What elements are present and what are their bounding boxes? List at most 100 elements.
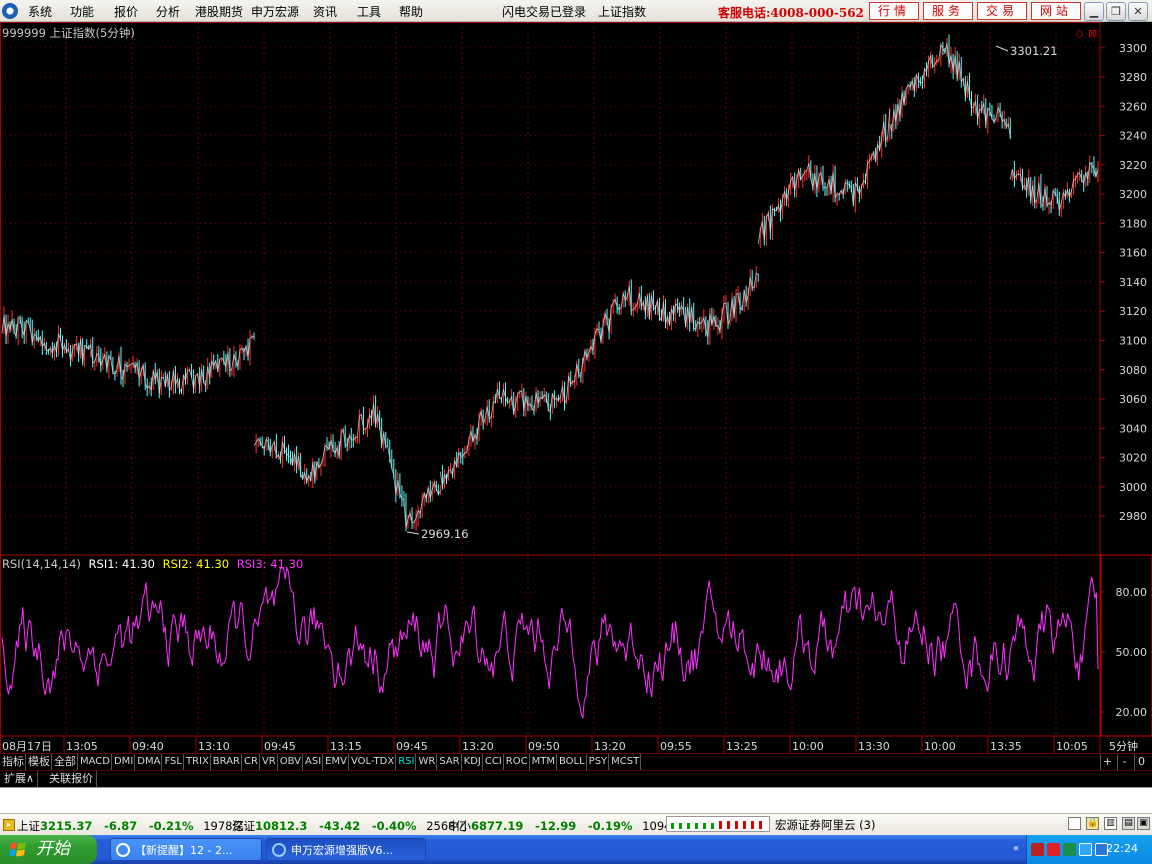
related-quote-button[interactable]: 关联报价 <box>46 771 97 787</box>
tab-vr[interactable]: VR <box>261 754 278 770</box>
tab-obv[interactable]: OBV <box>279 754 303 770</box>
menu-analysis[interactable]: 分析 <box>156 3 180 20</box>
start-label: 开始 <box>36 839 70 859</box>
close-icon[interactable]: ✕ <box>1128 2 1148 21</box>
ticker-sh[interactable]: 上证3215.37 -6.87 -0.21% 1978亿 <box>17 818 244 834</box>
website-button[interactable]: 网站 <box>1031 2 1081 20</box>
system-tray: « 22:24 <box>1013 835 1152 864</box>
menu-function[interactable]: 功能 <box>70 3 94 20</box>
tab-dma[interactable]: DMA <box>136 754 163 770</box>
tab-fsl[interactable]: FSL <box>163 754 184 770</box>
signal-icon[interactable]: ▥ <box>1104 817 1117 830</box>
task-swhy[interactable]: 申万宏源增强版V6... <box>266 838 426 861</box>
max-price-label: 3301.21 <box>1010 44 1058 58</box>
rsi2-value: RSI2: 41.30 <box>163 557 229 571</box>
tab-psy[interactable]: PSY <box>588 754 610 770</box>
meter-bar <box>719 821 722 829</box>
tab-cr[interactable]: CR <box>243 754 260 770</box>
trade-button[interactable]: 交易 <box>977 2 1027 20</box>
meter-bar <box>703 823 706 829</box>
ticker-menu-icon[interactable]: ▸ <box>3 819 15 831</box>
service-button[interactable]: 服务 <box>923 2 973 20</box>
tab-asi[interactable]: ASI <box>304 754 324 770</box>
indicator-tab-bar: 指标 模板 全部 MACD DMI DMA FSL TRIX BRAR CR VR OBV ASI EMV… <box>0 753 1152 770</box>
tab-mcst[interactable]: MCST <box>610 754 642 770</box>
time-label: 13:35 <box>990 740 1022 753</box>
time-label: 13:10 <box>198 740 230 753</box>
tray-sound-icon[interactable] <box>1079 843 1092 856</box>
time-label: 13:20 <box>462 740 494 753</box>
zoom-out-button[interactable]: - <box>1117 754 1131 770</box>
tab-vol-tdx[interactable]: VOL-TDX <box>350 754 397 770</box>
menu-swhy[interactable]: 申万宏源 <box>251 3 299 20</box>
tray-flag-icon[interactable] <box>1047 843 1060 856</box>
tab-brar[interactable]: BRAR <box>212 754 242 770</box>
tab-all[interactable]: 全部 <box>53 754 78 770</box>
tab-template[interactable]: 模板 <box>27 754 52 770</box>
tab-trix[interactable]: TRIX <box>185 754 211 770</box>
tab-mtm[interactable]: MTM <box>531 754 557 770</box>
meter-bar <box>695 823 698 829</box>
time-label: 08月17日 <box>2 740 52 753</box>
time-label: 09:50 <box>528 740 560 753</box>
tab-wr[interactable]: WR <box>417 754 438 770</box>
expand-button[interactable]: 扩展∧ <box>1 771 39 787</box>
ticker-sz[interactable]: 深证10812.3 -43.42 -0.40% 2568亿 <box>232 818 467 834</box>
ticker-zx[interactable]: 中小6877.19 -12.99 -0.19% 1094亿 <box>448 818 683 834</box>
tab-macd[interactable]: MACD <box>79 754 112 770</box>
lock-icon[interactable]: 🔒 <box>1086 817 1099 830</box>
tray-expand-icon[interactable]: « <box>1013 843 1019 854</box>
price-tick-label: 3020 <box>1119 452 1147 465</box>
menu-news[interactable]: 资讯 <box>313 3 337 20</box>
windows-logo-icon <box>9 842 26 857</box>
meter-bar <box>751 821 754 829</box>
market-button[interactable]: 行情 <box>869 2 919 20</box>
diamond-icon[interactable]: ◇ <box>1075 27 1084 40</box>
rsi1-value: RSI1: 41.30 <box>89 557 155 571</box>
start-button[interactable]: 开始 <box>0 835 97 864</box>
minimize-icon[interactable]: ▁ <box>1084 2 1104 21</box>
price-tick-label: 3260 <box>1119 100 1147 113</box>
chart-header: 999999 上证指数(5分钟) <box>2 26 135 40</box>
time-label: 13:30 <box>858 740 890 753</box>
tab-rsi[interactable]: RSI <box>397 754 417 770</box>
menu-system[interactable]: 系统 <box>28 3 52 20</box>
price-tick-label: 3240 <box>1119 130 1147 143</box>
zoom-in-button[interactable]: + <box>1100 754 1114 770</box>
rsi-header: RSI(14,14,14) RSI1: 41.30 RSI2: 41.30 RS… <box>2 557 303 571</box>
help-icon[interactable]: ▣ <box>1137 817 1150 830</box>
tab-boll[interactable]: BOLL <box>558 754 587 770</box>
price-tick-label: 3300 <box>1119 42 1147 55</box>
tab-kdj[interactable]: KDJ <box>463 754 483 770</box>
tab-sar[interactable]: SAR <box>438 754 462 770</box>
menu-tools[interactable]: 工具 <box>357 3 381 20</box>
kline-chart[interactable]: 999999 上证指数(5分钟) ◇ ⊠ 3300 3280 3260 3240 322… <box>0 22 1152 753</box>
tab-emv[interactable]: EMV <box>324 754 349 770</box>
price-tick-label: 3140 <box>1119 276 1147 289</box>
tray-red-icon[interactable] <box>1031 843 1044 856</box>
meter-bar <box>743 821 746 829</box>
time-label: 10:00 <box>792 740 824 753</box>
time-label: 10:05 <box>1056 740 1088 753</box>
tray-shield-icon[interactable] <box>1063 843 1076 856</box>
restore-icon[interactable]: ❐ <box>1106 2 1126 21</box>
time-label: 09:40 <box>132 740 164 753</box>
menu-hk-futures[interactable]: 港股期货 <box>195 3 243 20</box>
tab-dmi[interactable]: DMI <box>113 754 136 770</box>
reset-button[interactable]: 0 <box>1134 754 1148 770</box>
price-tick-label: 3200 <box>1119 188 1147 201</box>
close-panel-icon[interactable]: ⊠ <box>1088 27 1097 40</box>
tab-roc[interactable]: ROC <box>505 754 530 770</box>
menu-help[interactable]: 帮助 <box>399 3 423 20</box>
info-panel <box>0 787 1152 813</box>
period-label[interactable]: 5分钟 <box>1109 739 1138 753</box>
settings-icon[interactable]: ▤ <box>1122 817 1135 830</box>
task-forum[interactable]: 【新提醒】12 - 2... <box>110 838 262 861</box>
price-tick-label: 3000 <box>1119 481 1147 494</box>
clock: 22:24 <box>1106 842 1138 855</box>
window-icon[interactable] <box>1068 817 1081 830</box>
tab-indicator[interactable]: 指标 <box>1 754 26 770</box>
menu-quote[interactable]: 报价 <box>114 3 138 20</box>
broker-server[interactable]: 宏源证券阿里云 (3) <box>775 817 875 833</box>
tab-cci[interactable]: CCI <box>484 754 504 770</box>
